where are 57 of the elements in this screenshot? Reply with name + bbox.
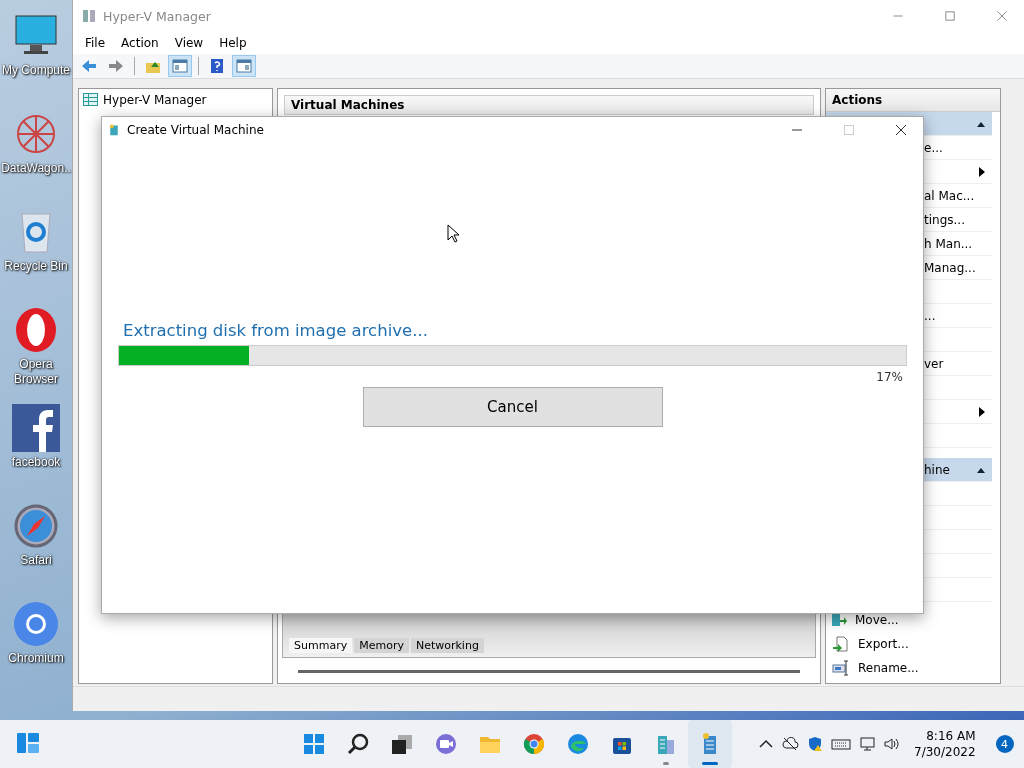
facebook-icon bbox=[12, 404, 60, 452]
tab[interactable]: Memory bbox=[354, 638, 409, 653]
task-link[interactable]: Export... bbox=[858, 637, 909, 651]
pane-title: Actions bbox=[826, 89, 1000, 112]
cloud-off-icon bbox=[780, 736, 800, 752]
server-manager-icon bbox=[83, 93, 98, 106]
maximize-icon bbox=[944, 10, 956, 22]
move-icon bbox=[832, 614, 847, 626]
section-title: Virtual Machines bbox=[284, 95, 814, 115]
submenu-arrow-icon bbox=[978, 165, 986, 178]
close-icon bbox=[996, 10, 1008, 22]
panel-icon bbox=[236, 58, 252, 74]
keyboard-icon bbox=[830, 736, 852, 752]
dialog-title: Create Virtual Machine bbox=[127, 123, 265, 137]
rename-icon bbox=[832, 660, 850, 676]
clock-date[interactable]: 7/30/2022 bbox=[914, 744, 976, 760]
submenu-arrow-icon bbox=[978, 405, 986, 418]
mouse-pointer-icon bbox=[447, 224, 461, 244]
tree-item[interactable]: Hyper-V Manager bbox=[103, 92, 207, 107]
task-view-icon bbox=[390, 732, 414, 756]
task-link[interactable]: Move... bbox=[855, 613, 899, 627]
chromium-icon bbox=[12, 600, 60, 648]
shield-warning-icon bbox=[806, 736, 824, 752]
toolbar-button[interactable] bbox=[168, 55, 192, 77]
menu-item[interactable]: File bbox=[77, 36, 114, 50]
menu-item[interactable]: Help bbox=[211, 36, 255, 50]
maximize-icon bbox=[842, 124, 855, 136]
server-icon bbox=[81, 8, 97, 24]
help-icon bbox=[209, 58, 225, 74]
chrome-icon bbox=[522, 732, 546, 756]
progress-percent: 17% bbox=[876, 370, 903, 384]
menu-item[interactable]: Action bbox=[113, 36, 167, 50]
compass-icon bbox=[12, 502, 60, 550]
network-icon bbox=[858, 736, 876, 752]
panel-icon bbox=[172, 58, 188, 74]
notification-badge[interactable]: 4 bbox=[995, 735, 1014, 753]
tab[interactable]: Networking bbox=[410, 638, 484, 653]
window-title: Hyper-V Manager bbox=[103, 8, 212, 24]
search-icon bbox=[346, 732, 370, 756]
scrollbar[interactable] bbox=[298, 670, 800, 673]
clock-time[interactable]: 8:16 AM bbox=[926, 728, 976, 744]
forward-icon bbox=[107, 58, 125, 74]
toolbar-button[interactable] bbox=[232, 55, 256, 77]
edge-icon bbox=[566, 732, 590, 756]
server-icon bbox=[108, 122, 120, 138]
back-icon bbox=[80, 58, 98, 74]
menu-item[interactable]: View bbox=[166, 36, 212, 50]
task-link[interactable]: Rename... bbox=[858, 661, 919, 675]
widgets-icon bbox=[16, 730, 40, 755]
cancel-button[interactable]: Cancel bbox=[362, 387, 663, 427]
status-message: Extracting disk from image archive... bbox=[123, 321, 429, 340]
windows-icon bbox=[302, 732, 326, 756]
export-icon bbox=[832, 636, 850, 652]
tab[interactable]: Summary bbox=[289, 638, 353, 653]
volume-icon bbox=[882, 736, 900, 752]
close-icon bbox=[894, 124, 907, 136]
chat-icon bbox=[434, 732, 458, 756]
